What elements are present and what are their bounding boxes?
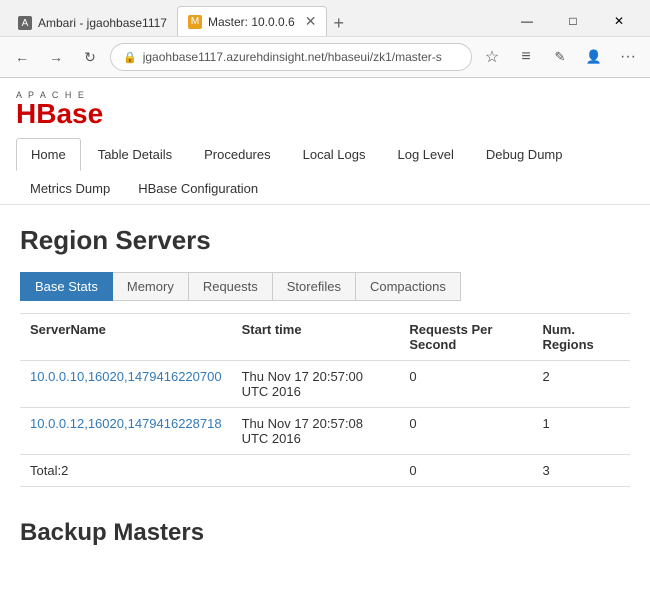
more-icon[interactable]: ··· — [614, 43, 642, 71]
edit-icon[interactable]: ✎ — [546, 43, 574, 71]
nav-tab-local-logs[interactable]: Local Logs — [288, 138, 381, 171]
backup-masters-title: Backup Masters — [20, 519, 630, 547]
nav-row1: Home Table Details Procedures Local Logs… — [16, 138, 634, 204]
main-content: Region Servers Base Stats Memory Request… — [0, 205, 650, 571]
table-header-row: ServerName Start time Requests Per Secon… — [20, 314, 630, 361]
col-requests-per-second: Requests Per Second — [399, 314, 532, 361]
sub-tabs: Base Stats Memory Requests Storefiles Co… — [20, 272, 630, 301]
region-servers-title: Region Servers — [20, 225, 630, 256]
title-bar: A Ambari - jgaohbase1117 M Master: 10.0.… — [0, 0, 650, 36]
start-time-cell-0: Thu Nov 17 20:57:00 UTC 2016 — [232, 361, 400, 408]
hbase-text: HBase — [16, 98, 103, 129]
total-label: Total:2 — [20, 455, 232, 487]
logo-block: A P A C H E HBase — [16, 90, 103, 128]
server-name-cell-1: 10.0.0.12,16020,1479416228718 — [20, 408, 232, 455]
bookmark-icon[interactable]: ☆ — [478, 43, 506, 71]
sub-tab-base-stats[interactable]: Base Stats — [20, 272, 113, 301]
ambari-tab-label: Ambari - jgaohbase1117 — [38, 16, 167, 30]
nav-tab-table-details[interactable]: Table Details — [83, 138, 187, 171]
table-row: 10.0.0.10,16020,1479416220700 Thu Nov 17… — [20, 361, 630, 408]
server-name-link-1[interactable]: 10.0.0.12,16020,1479416228718 — [30, 416, 222, 431]
server-name-link-0[interactable]: 10.0.0.10,16020,1479416220700 — [30, 369, 222, 384]
tab-master[interactable]: M Master: 10.0.0.6 ✕ — [177, 6, 327, 36]
nav-tab-metrics-dump[interactable]: Metrics Dump — [16, 177, 124, 204]
start-time-cell-1: Thu Nov 17 20:57:08 UTC 2016 — [232, 408, 400, 455]
server-name-cell-0: 10.0.0.10,16020,1479416220700 — [20, 361, 232, 408]
col-server-name: ServerName — [20, 314, 232, 361]
regions-cell-1: 1 — [532, 408, 630, 455]
tab-ambari[interactable]: A Ambari - jgaohbase1117 — [8, 10, 177, 36]
backup-masters-section: Backup Masters — [20, 519, 630, 547]
master-tab-label: Master: 10.0.0.6 — [208, 15, 295, 29]
nav-tabs-row1: Home Table Details Procedures Local Logs… — [16, 138, 634, 171]
nav-tabs-row2: Metrics Dump HBase Configuration — [16, 171, 634, 204]
sub-tab-memory[interactable]: Memory — [112, 272, 189, 301]
page-content: A P A C H E HBase Home Table Details Pro… — [0, 78, 650, 582]
menu-icon[interactable]: ≡ — [512, 43, 540, 71]
region-servers-table: ServerName Start time Requests Per Secon… — [20, 313, 630, 487]
hbase-header: A P A C H E HBase Home Table Details Pro… — [0, 78, 650, 205]
new-tab-button[interactable]: + — [327, 11, 350, 36]
total-requests: 0 — [399, 455, 532, 487]
requests-cell-1: 0 — [399, 408, 532, 455]
nav-tab-log-level[interactable]: Log Level — [383, 138, 469, 171]
sub-tab-requests[interactable]: Requests — [188, 272, 273, 301]
address-text: jgaohbase1117.azurehdinsight.net/hbaseui… — [143, 50, 459, 64]
browser-controls: ← → ↻ 🔒 jgaohbase1117.azurehdinsight.net… — [0, 36, 650, 77]
ambari-tab-icon: A — [18, 16, 32, 30]
refresh-button[interactable]: ↻ — [76, 43, 104, 71]
address-bar[interactable]: 🔒 jgaohbase1117.azurehdinsight.net/hbase… — [110, 43, 472, 71]
regions-cell-0: 2 — [532, 361, 630, 408]
col-start-time: Start time — [232, 314, 400, 361]
maximize-button[interactable]: □ — [550, 6, 596, 36]
back-button[interactable]: ← — [8, 43, 36, 71]
nav-tab-debug-dump[interactable]: Debug Dump — [471, 138, 578, 171]
sub-tab-compactions[interactable]: Compactions — [355, 272, 461, 301]
requests-cell-0: 0 — [399, 361, 532, 408]
nav-tab-home[interactable]: Home — [16, 138, 81, 171]
tabs-row: A Ambari - jgaohbase1117 M Master: 10.0.… — [8, 6, 500, 36]
minimize-button[interactable]: — — [504, 6, 550, 36]
master-tab-icon: M — [188, 15, 202, 29]
window-controls: — □ ✕ — [504, 6, 642, 36]
sub-tab-storefiles[interactable]: Storefiles — [272, 272, 356, 301]
close-button[interactable]: ✕ — [596, 6, 642, 36]
total-row: Total:2 0 3 — [20, 455, 630, 487]
lock-icon: 🔒 — [123, 51, 137, 64]
total-start-time — [232, 455, 400, 487]
browser-chrome: A Ambari - jgaohbase1117 M Master: 10.0.… — [0, 0, 650, 78]
tab-close-icon[interactable]: ✕ — [305, 13, 317, 30]
forward-button[interactable]: → — [42, 43, 70, 71]
user-icon[interactable]: 👤 — [580, 43, 608, 71]
col-num-regions: Num. Regions — [532, 314, 630, 361]
nav-tab-hbase-config[interactable]: HBase Configuration — [124, 177, 272, 204]
total-regions: 3 — [532, 455, 630, 487]
nav-tab-procedures[interactable]: Procedures — [189, 138, 285, 171]
table-row: 10.0.0.12,16020,1479416228718 Thu Nov 17… — [20, 408, 630, 455]
browser-actions: ☆ ≡ ✎ 👤 ··· — [478, 43, 642, 71]
hbase-logo: A P A C H E HBase — [16, 90, 634, 128]
